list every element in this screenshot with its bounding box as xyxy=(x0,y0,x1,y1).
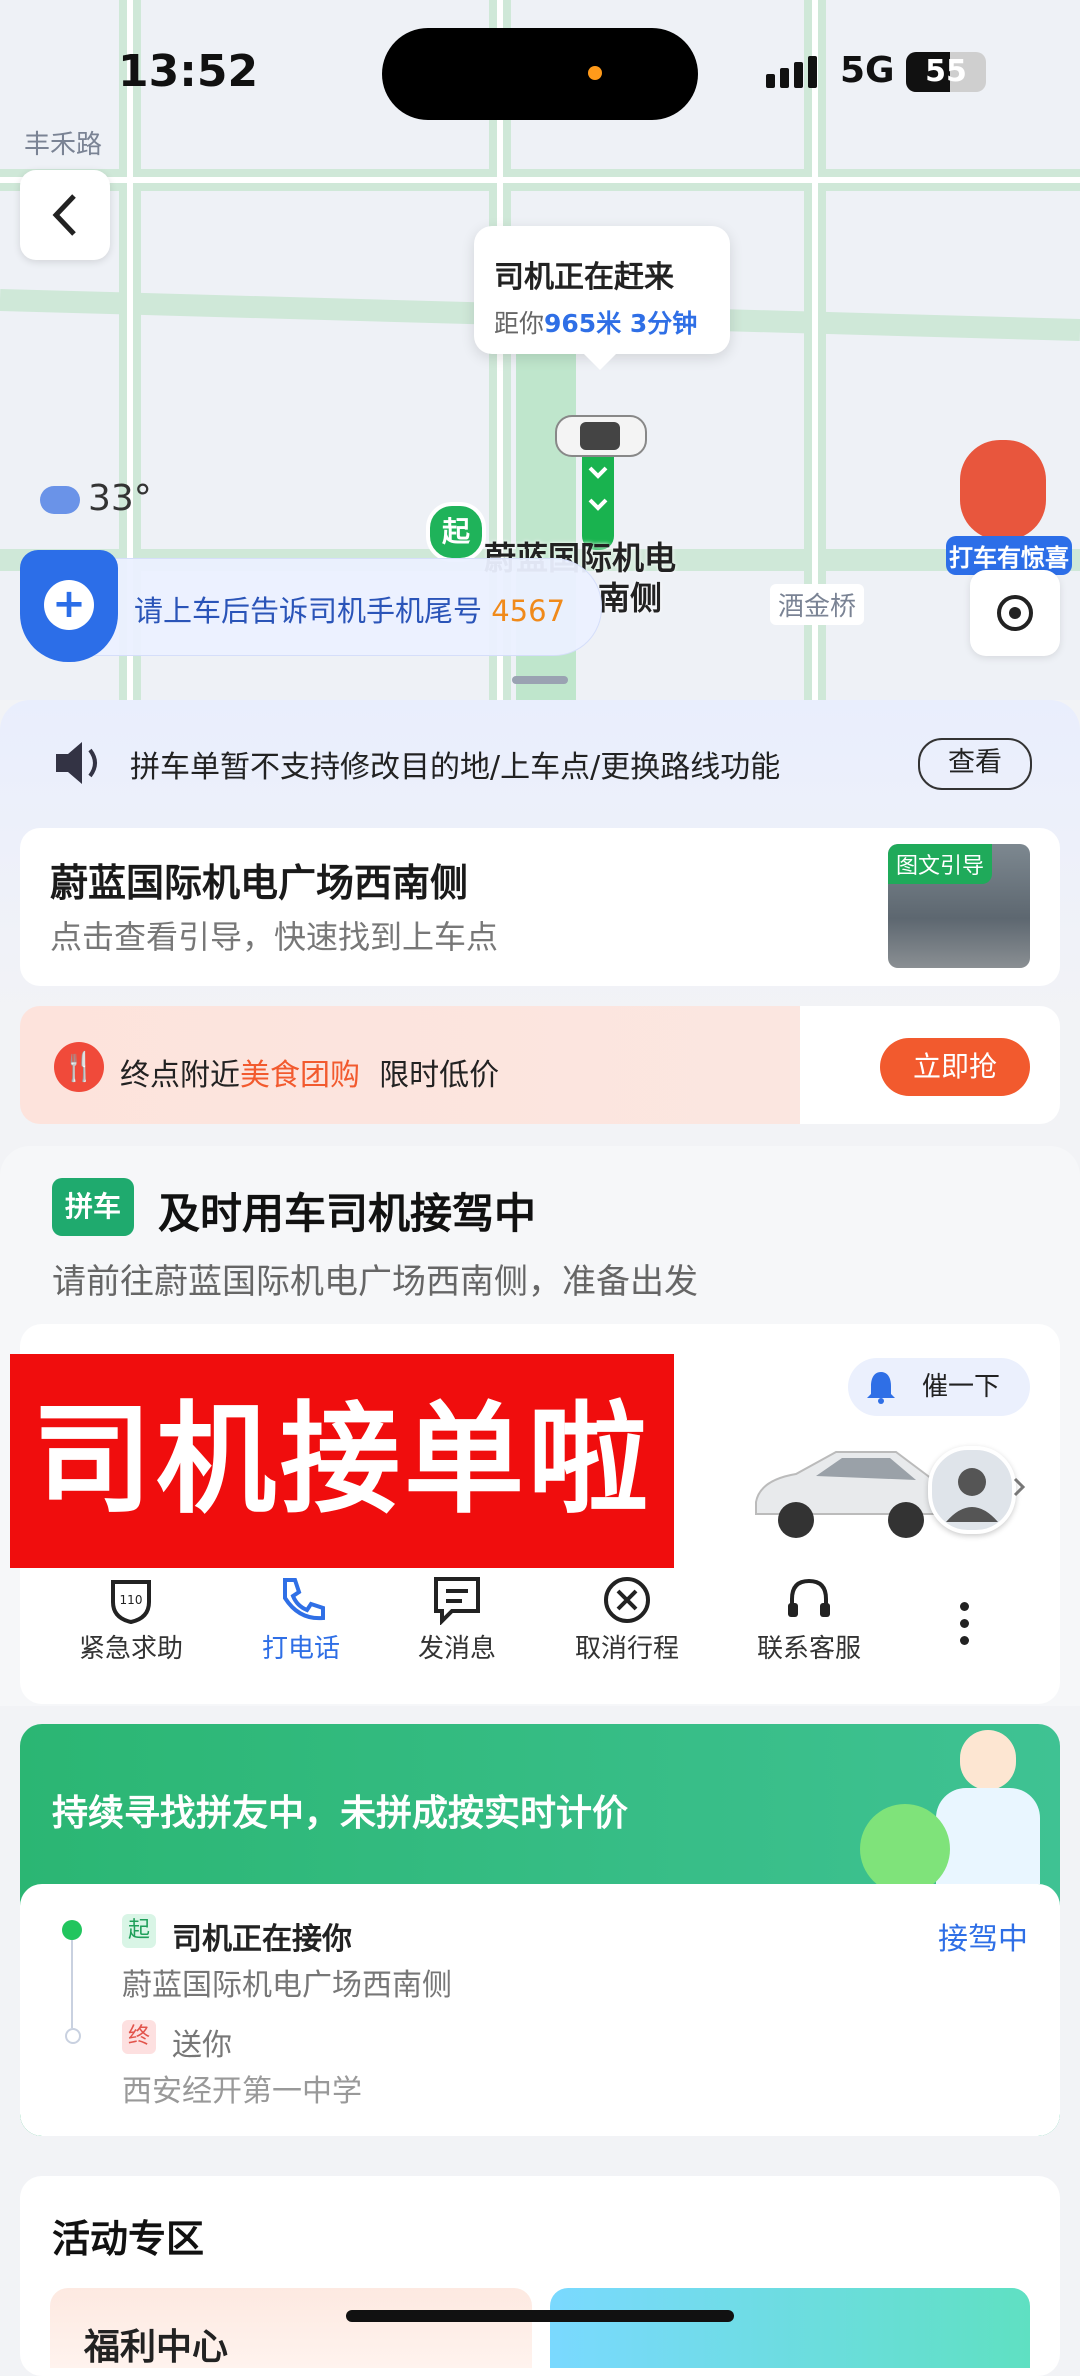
food-promo-text: 终点附近美食团购 限时低价 xyxy=(120,1050,499,1094)
callout-prefix: 距你 xyxy=(494,309,545,338)
action-bar: 110 紧急求助 打电话 发消息 取消行程 联系客服 xyxy=(20,1572,1060,1682)
phone-tail: 4567 xyxy=(491,594,566,628)
end-tag: 终 xyxy=(122,2020,156,2054)
start-place: 蔚蓝国际机电广场西南侧 xyxy=(122,1968,452,2003)
end-title: 送你 xyxy=(172,2028,232,2063)
thumb-tag: 图文引导 xyxy=(888,844,993,884)
network-type: 5G xyxy=(840,50,895,91)
bell-icon xyxy=(867,1372,895,1404)
status-bar: 13:52 5G 55 xyxy=(0,0,1080,140)
waving-character-icon xyxy=(840,1724,1040,1894)
message-icon xyxy=(434,1577,480,1625)
sheet-handle[interactable] xyxy=(512,676,568,684)
phone-icon xyxy=(283,1578,325,1621)
chevron-left-icon xyxy=(52,194,76,236)
cloud-sun-icon xyxy=(40,486,80,514)
safety-shield-icon[interactable]: + xyxy=(20,550,118,662)
action-support[interactable]: 联系客服 xyxy=(734,1572,884,1665)
carpool-card: 持续寻找拼友中，未拼成按实时计价 起 司机正在接你 接驾中 蔚蓝国际机电广场西南… xyxy=(20,1724,1060,2136)
cancel-icon xyxy=(604,1577,650,1623)
trip-subtitle: 请前往蔚蓝国际机电广场西南侧，准备出发 xyxy=(52,1262,698,1302)
action-cancel[interactable]: 取消行程 xyxy=(552,1572,702,1665)
callout-title: 司机正在赶来 xyxy=(494,260,674,295)
road-label: 酒金桥 xyxy=(770,584,865,625)
activity-item[interactable] xyxy=(550,2288,1030,2368)
callout-distance-line: 距你965米 3分钟 xyxy=(494,304,730,340)
phone-tail-notice-text: 请上车后告诉司机手机尾号 4567 xyxy=(134,588,565,630)
svg-text:110: 110 xyxy=(120,1593,143,1607)
activity-title: 活动专区 xyxy=(52,2217,205,2261)
activity-item[interactable]: 福利中心 xyxy=(50,2288,532,2368)
pickup-guide-subtitle: 点击查看引导，快速找到上车点 xyxy=(50,918,499,956)
pickup-status: 接驾中 xyxy=(938,1922,1028,1957)
driver-eta-callout: 司机正在赶来 距你965米 3分钟 xyxy=(474,226,730,370)
grab-now-button[interactable]: 立即抢 xyxy=(880,1038,1030,1096)
car-icon xyxy=(755,1451,956,1538)
end-dot-icon xyxy=(65,2028,81,2044)
chevron-right-icon[interactable] xyxy=(1012,1476,1026,1498)
battery-icon: 55 xyxy=(906,52,986,92)
driver-avatar[interactable] xyxy=(928,1446,1016,1534)
food-suffix: 限时低价 xyxy=(379,1058,500,1093)
map-view[interactable]: 13:52 5G 55 丰禾路 酒金桥 司机正在赶来 距你965米 3分钟 33… xyxy=(0,0,1080,700)
food-promo-card[interactable]: 🍴 终点附近美食团购 限时低价 立即抢 xyxy=(20,1006,1060,1124)
start-pin-icon: 起 xyxy=(426,502,486,562)
start-title: 司机正在接你 xyxy=(172,1922,352,1957)
locate-button[interactable] xyxy=(970,570,1060,656)
activity-item-label: 福利中心 xyxy=(84,2327,229,2368)
view-button[interactable]: 查看 xyxy=(918,738,1032,790)
action-call[interactable]: 打电话 xyxy=(226,1572,376,1665)
headset-icon xyxy=(788,1578,830,1617)
action-label: 发消息 xyxy=(417,1634,496,1664)
driver-accepted-banner: 司机接单啦 xyxy=(10,1354,674,1568)
action-message[interactable]: 发消息 xyxy=(382,1572,532,1665)
pickup-guide-thumbnail[interactable]: 图文引导 xyxy=(888,844,1030,968)
status-time: 13:52 xyxy=(118,46,259,97)
urge-label: 催一下 xyxy=(922,1372,1001,1402)
action-label: 打电话 xyxy=(261,1634,340,1664)
notice-banner-text: 拼车单暂不支持修改目的地/上车点/更换路线功能 xyxy=(130,750,781,785)
food-highlight: 美食团购 xyxy=(240,1058,360,1093)
fork-knife-icon: 🍴 xyxy=(54,1042,104,1092)
action-label: 紧急求助 xyxy=(78,1634,183,1664)
weather-temp: 33° xyxy=(88,478,152,519)
start-dot-icon xyxy=(62,1920,82,1940)
back-button[interactable] xyxy=(20,170,110,260)
weather: 33° xyxy=(40,478,152,519)
action-label: 联系客服 xyxy=(756,1634,861,1664)
action-label: 取消行程 xyxy=(574,1634,679,1664)
recording-dot-icon xyxy=(588,66,602,80)
road-label: 丰禾路 xyxy=(24,130,103,160)
urge-button[interactable]: 催一下 xyxy=(848,1358,1030,1416)
more-icon[interactable] xyxy=(960,1602,970,1653)
locate-icon xyxy=(997,595,1033,631)
end-place: 西安经开第一中学 xyxy=(122,2074,362,2109)
signal-icon xyxy=(766,56,822,88)
home-indicator xyxy=(346,2310,734,2322)
character-icon xyxy=(960,440,1046,540)
callout-distance: 965米 3分钟 xyxy=(544,309,698,338)
carpool-tag: 拼车 xyxy=(52,1178,134,1236)
action-emergency[interactable]: 110 紧急求助 xyxy=(56,1572,206,1665)
food-prefix: 终点附近 xyxy=(120,1058,240,1093)
dynamic-island xyxy=(382,28,698,120)
sos-110-icon: 110 xyxy=(111,1580,151,1624)
pickup-guide-title: 蔚蓝国际机电广场西南侧 xyxy=(50,861,469,905)
battery-level: 55 xyxy=(925,54,967,89)
carpool-status-text: 持续寻找拼友中，未拼成按实时计价 xyxy=(52,1793,629,1834)
trip-title: 及时用车司机接驾中 xyxy=(158,1189,537,1238)
route-card[interactable]: 起 司机正在接你 接驾中 蔚蓝国际机电广场西南侧 终 送你 西安经开第一中学 xyxy=(20,1884,1060,2136)
start-tag: 起 xyxy=(122,1914,156,1948)
phone-notice-prefix: 请上车后告诉司机手机尾号 xyxy=(134,594,483,628)
route-line xyxy=(71,1940,73,2028)
person-icon xyxy=(946,1468,998,1522)
speaker-icon xyxy=(56,742,97,784)
notice-banner: 拼车单暂不支持修改目的地/上车点/更换路线功能 查看 xyxy=(52,730,1032,796)
